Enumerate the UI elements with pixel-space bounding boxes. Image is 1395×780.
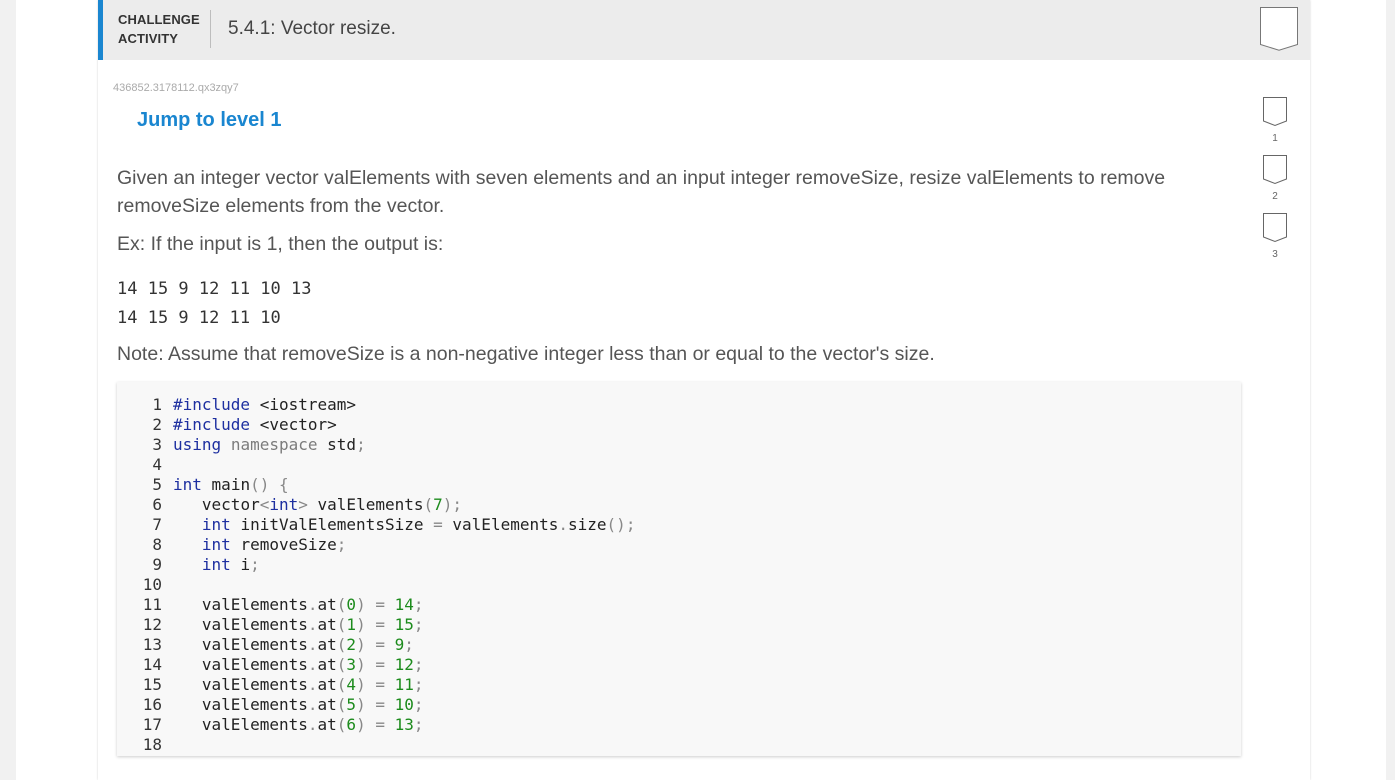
code-line: 6 vector<int> valElements(7); [117, 495, 635, 515]
line-number: 5 [152, 475, 162, 494]
code-line: 16 valElements.at(5) = 10; [117, 695, 635, 715]
code-line: 4 [117, 455, 635, 475]
activity-header: CHALLENGE ACTIVITY 5.4.1: Vector resize. [98, 0, 1310, 60]
line-number: 11 [142, 595, 162, 614]
line-number: 16 [142, 695, 162, 714]
code-line: 11 valElements.at(0) = 14; [117, 595, 635, 615]
code-line: 2 #include <vector> [117, 415, 635, 435]
level-badge-icon [1263, 213, 1287, 243]
line-number: 10 [142, 575, 162, 594]
code-lines: 1 #include <iostream> 2 #include <vector> … [117, 395, 636, 755]
line-number: 1 [152, 395, 162, 414]
code-line: 18 [117, 735, 635, 755]
level-number: 1 [1272, 133, 1278, 144]
line-number: 4 [152, 455, 162, 474]
level-badge-2[interactable]: 2 [1262, 155, 1288, 213]
jump-to-level-link[interactable]: Jump to level 1 [137, 109, 282, 132]
code-line: 8 int removeSize; [117, 535, 635, 555]
line-number: 15 [142, 675, 162, 694]
level-badge-icon [1263, 155, 1287, 185]
line-number: 18 [142, 735, 162, 754]
page-background [0, 0, 16, 780]
challenge-prompt: Given an integer vector valElements with… [117, 167, 1166, 217]
code-line: 15 valElements.at(4) = 11; [117, 675, 635, 695]
line-number: 17 [142, 715, 162, 734]
activity-type-label: CHALLENGE ACTIVITY [118, 10, 208, 48]
activity-type-line1: CHALLENGE [118, 12, 200, 27]
activity-title: 5.4.1: Vector resize. [228, 18, 396, 39]
code-line: 17 valElements.at(6) = 13; [117, 715, 635, 735]
level-number: 2 [1272, 191, 1278, 202]
note-text: Note: Assume that removeSize is a non-ne… [117, 343, 935, 365]
level-badge-3[interactable]: 3 [1262, 213, 1288, 271]
accent-bar [98, 0, 103, 60]
line-number: 14 [142, 655, 162, 674]
header-divider [210, 10, 211, 48]
code-line: 13 valElements.at(2) = 9; [117, 635, 635, 655]
level-badge-1[interactable]: 1 [1262, 97, 1288, 155]
line-number: 9 [152, 555, 162, 574]
code-line: 9 int i; [117, 555, 635, 575]
challenge-id: 436852.3178112.qx3zqy7 [113, 82, 239, 94]
line-number: 7 [152, 515, 162, 534]
level-progress: 1 2 3 [1262, 97, 1288, 271]
code-line: 7 int initValElementsSize = valElements.… [117, 515, 635, 535]
level-badge-icon [1263, 97, 1287, 127]
level-number: 3 [1272, 249, 1278, 260]
code-line: 3 using namespace std; [117, 435, 635, 455]
code-line: 1 #include <iostream> [117, 395, 635, 415]
code-line: 14 valElements.at(3) = 12; [117, 655, 635, 675]
example-output: 14 15 9 12 11 10 13 14 15 9 12 11 10 [117, 275, 311, 333]
line-number: 3 [152, 435, 162, 454]
bookmark-icon[interactable] [1260, 7, 1298, 51]
code-line: 5 int main() { [117, 475, 635, 495]
line-number: 13 [142, 635, 162, 654]
code-line: 12 valElements.at(1) = 15; [117, 615, 635, 635]
example-output-line: 14 15 9 12 11 10 [117, 308, 281, 328]
line-number: 12 [142, 615, 162, 634]
line-number: 8 [152, 535, 162, 554]
activity-type-line2: ACTIVITY [118, 31, 179, 46]
example-intro: Ex: If the input is 1, then the output i… [117, 233, 444, 255]
line-number: 6 [152, 495, 162, 514]
example-output-line: 14 15 9 12 11 10 13 [117, 279, 312, 299]
line-number: 2 [152, 415, 162, 434]
challenge-activity-card: CHALLENGE ACTIVITY 5.4.1: Vector resize.… [98, 0, 1310, 780]
code-line: 10 [117, 575, 635, 595]
code-editor[interactable]: 1 #include <iostream> 2 #include <vector> … [117, 382, 1241, 756]
